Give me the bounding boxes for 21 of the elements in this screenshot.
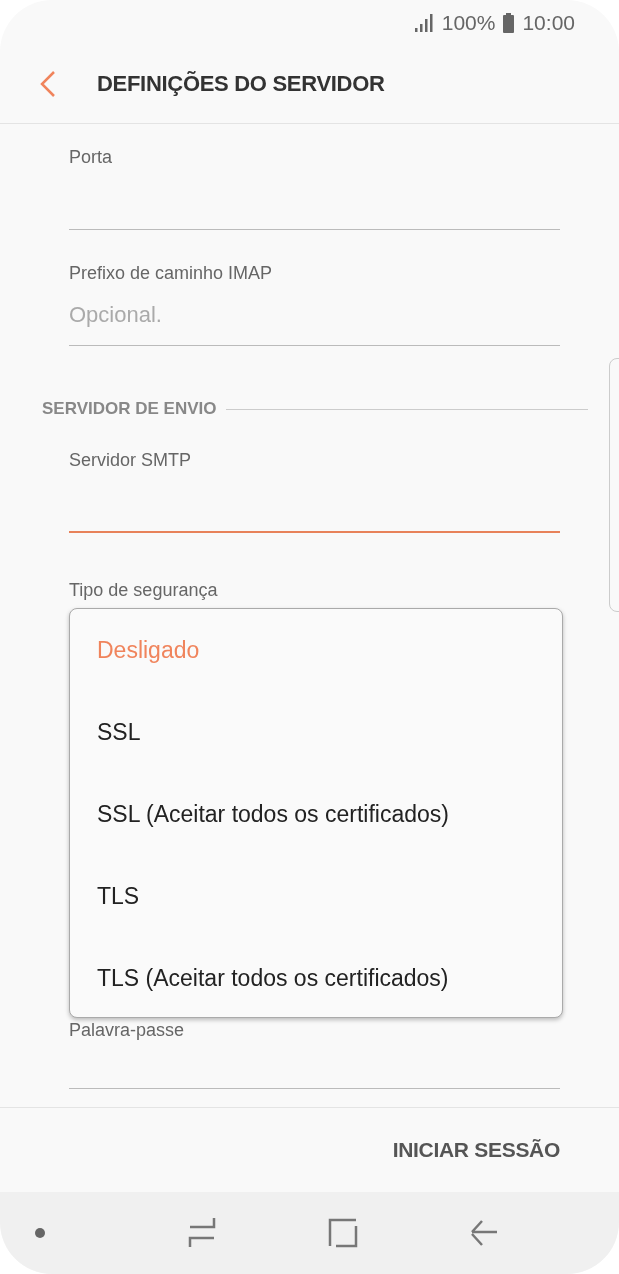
- menu-option[interactable]: SSL (Aceitar todos os certificados): [70, 773, 562, 855]
- clock: 10:00: [522, 10, 575, 35]
- field-label: Tipo de segurança: [69, 579, 218, 602]
- field-label: Prefixo de caminho IMAP: [69, 262, 273, 285]
- menu-option[interactable]: SSL: [70, 691, 562, 773]
- recent-apps-icon[interactable]: [187, 1217, 217, 1249]
- signal-icon: [414, 13, 435, 32]
- dot-icon[interactable]: [34, 1227, 46, 1239]
- field-label: Porta: [69, 146, 113, 169]
- battery-percent: 100%: [441, 10, 496, 35]
- screen-title: DEFINIÇÕES DO SERVIDOR: [97, 71, 385, 97]
- back-nav-icon[interactable]: [469, 1218, 499, 1248]
- field-label: Palavra-passe: [69, 1019, 185, 1042]
- menu-option[interactable]: TLS (Aceitar todos os certificados): [70, 937, 562, 1019]
- back-icon[interactable]: [39, 70, 57, 98]
- section-heading: SERVIDOR DE ENVIO: [42, 399, 217, 419]
- field-label: Servidor SMTP: [69, 449, 192, 472]
- sign-in-button[interactable]: INICIAR SESSÃO: [392, 1134, 560, 1166]
- battery-icon: [503, 12, 515, 33]
- menu-option[interactable]: TLS: [70, 855, 562, 937]
- home-icon[interactable]: [328, 1218, 358, 1248]
